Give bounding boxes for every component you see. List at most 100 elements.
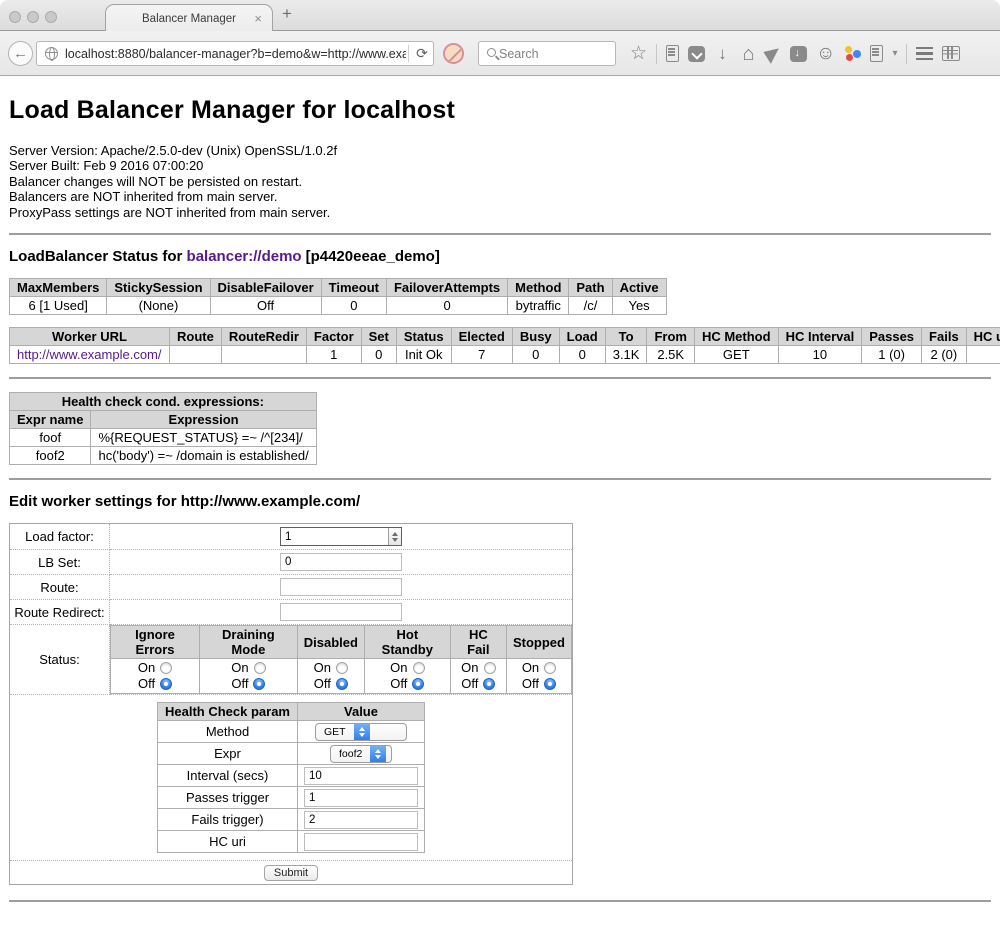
form-row-route-redirect: Route Redirect: [10, 600, 573, 625]
cell-expr-name: foof [10, 429, 91, 447]
method-select[interactable]: GET [315, 723, 407, 741]
column-header: Expr name [10, 411, 91, 429]
form-row-load-factor: Load factor: [10, 524, 573, 550]
radio-off-label: Off [522, 676, 539, 692]
tab-groups-grid-icon[interactable] [942, 46, 960, 61]
window-close-button[interactable] [9, 11, 21, 23]
feedback-smiley-icon[interactable]: ☺ [816, 44, 835, 63]
column-header: Method [508, 279, 569, 297]
bookmark-star-icon[interactable]: ☆ [630, 44, 647, 63]
hc-fail-on-radio[interactable] [484, 662, 496, 674]
toolbar-divider [906, 44, 907, 64]
pocket-icon[interactable] [688, 46, 705, 62]
interval-input[interactable] [304, 767, 418, 785]
search-bar[interactable] [478, 41, 616, 66]
send-tab-icon[interactable] [763, 44, 783, 64]
form-row-lb-set: LB Set: [10, 550, 573, 575]
draining-mode-off-radio[interactable] [253, 678, 265, 690]
hc-fail-off-radio[interactable] [483, 678, 495, 690]
hc-row-hc-uri: HC uri [158, 831, 425, 853]
new-tab-button[interactable]: + [282, 4, 292, 24]
fails-input[interactable] [304, 811, 418, 829]
window-minimize-button[interactable] [27, 11, 39, 23]
table-row: http://www.example.com/ 1 0 Init Ok 7 0 … [10, 346, 1000, 364]
worker-url-link[interactable]: http://www.example.com/ [17, 347, 162, 362]
status-label: Status: [10, 625, 110, 695]
content-blocked-icon[interactable] [443, 43, 464, 64]
column-header: Value [298, 703, 425, 721]
cell-factor: 1 [306, 346, 361, 364]
route-input[interactable] [280, 578, 402, 596]
column-header: HC Interval [778, 328, 862, 346]
column-header: Hot Standby [364, 626, 450, 659]
expr-table-title: Health check cond. expressions: [10, 393, 317, 411]
ignore-errors-on-radio[interactable] [160, 662, 172, 674]
radio-on-label: On [138, 660, 155, 676]
hot-standby-on-radio[interactable] [413, 662, 425, 674]
menu-hamburger-icon[interactable] [916, 47, 933, 60]
dropdown-caret-icon[interactable]: ▾ [892, 48, 897, 59]
disabled-off-radio[interactable] [336, 678, 348, 690]
method-select-value: GET [316, 726, 354, 738]
radio-on-label: On [461, 660, 478, 676]
search-icon [487, 48, 496, 57]
radio-off-label: Off [461, 676, 478, 692]
select-stepper-icon [370, 745, 386, 763]
load-factor-field [280, 527, 402, 546]
radio-on-label: On [231, 660, 248, 676]
hc-uri-input[interactable] [304, 833, 418, 851]
fails-label: Fails trigger) [158, 809, 298, 831]
cell-method: bytraffic [508, 297, 569, 315]
cell-hc-interval: 10 [778, 346, 862, 364]
passes-input[interactable] [304, 789, 418, 807]
url-bar[interactable]: localhost:8880/balancer-manager?b=demo&w… [36, 41, 434, 66]
cell-hc-method: GET [694, 346, 778, 364]
stopped-on-radio[interactable] [544, 662, 556, 674]
tab-balancer-manager[interactable]: Balancer Manager × [105, 4, 273, 32]
disabled-on-radio[interactable] [336, 662, 348, 674]
table-row: foof %{REQUEST_STATUS} =~ /^[234]/ [10, 429, 317, 447]
load-factor-input[interactable] [281, 528, 388, 545]
cell-to: 3.1K [605, 346, 647, 364]
column-header: Stopped [506, 626, 571, 659]
search-input[interactable] [499, 47, 594, 61]
bookmarks-clipboard-icon[interactable] [666, 45, 679, 62]
passes-label: Passes trigger [158, 787, 298, 809]
method-label: Method [158, 721, 298, 743]
tab-close-icon[interactable]: × [254, 11, 262, 26]
balancer-demo-link[interactable]: balancer://demo [187, 248, 302, 265]
reload-icon[interactable]: ⟳ [411, 45, 433, 62]
draining-mode-on-radio[interactable] [254, 662, 266, 674]
route-redirect-input[interactable] [280, 603, 402, 621]
radio-on-label: On [390, 660, 407, 676]
submit-button[interactable]: Submit [264, 865, 318, 881]
health-check-expressions-table: Health check cond. expressions: Expr nam… [9, 392, 317, 465]
sidebar-clipboard-icon[interactable] [870, 45, 883, 62]
expr-select[interactable]: foof2 [330, 745, 392, 763]
column-header: Health Check param [158, 703, 298, 721]
url-text[interactable]: localhost:8880/balancer-manager?b=demo&w… [65, 47, 406, 61]
stopped-off-radio[interactable] [544, 678, 556, 690]
window-zoom-button[interactable] [45, 11, 57, 23]
column-header: StickySession [107, 279, 210, 297]
back-button[interactable]: ← [8, 41, 33, 66]
site-identity-globe-icon[interactable] [45, 47, 58, 60]
interval-label: Interval (secs) [158, 765, 298, 787]
column-header: From [647, 328, 695, 346]
column-header: To [605, 328, 647, 346]
lb-set-input[interactable] [280, 553, 402, 571]
home-icon[interactable]: ⌂ [740, 44, 757, 64]
download-manager-icon[interactable] [790, 46, 807, 62]
ignore-errors-off-radio[interactable] [160, 678, 172, 690]
cell-expr-name: foof2 [10, 447, 91, 465]
url-bar-divider [408, 45, 409, 62]
downloads-icon[interactable]: ↓ [714, 45, 731, 62]
page-title: Load Balancer Manager for localhost [9, 96, 991, 125]
addon-colordots-icon[interactable] [844, 46, 861, 62]
column-header: FailoverAttempts [386, 279, 507, 297]
column-header: Disabled [297, 626, 364, 659]
number-spinner-icon[interactable] [388, 528, 401, 545]
hc-row-fails: Fails trigger) [158, 809, 425, 831]
column-header: Busy [512, 328, 559, 346]
hot-standby-off-radio[interactable] [412, 678, 424, 690]
